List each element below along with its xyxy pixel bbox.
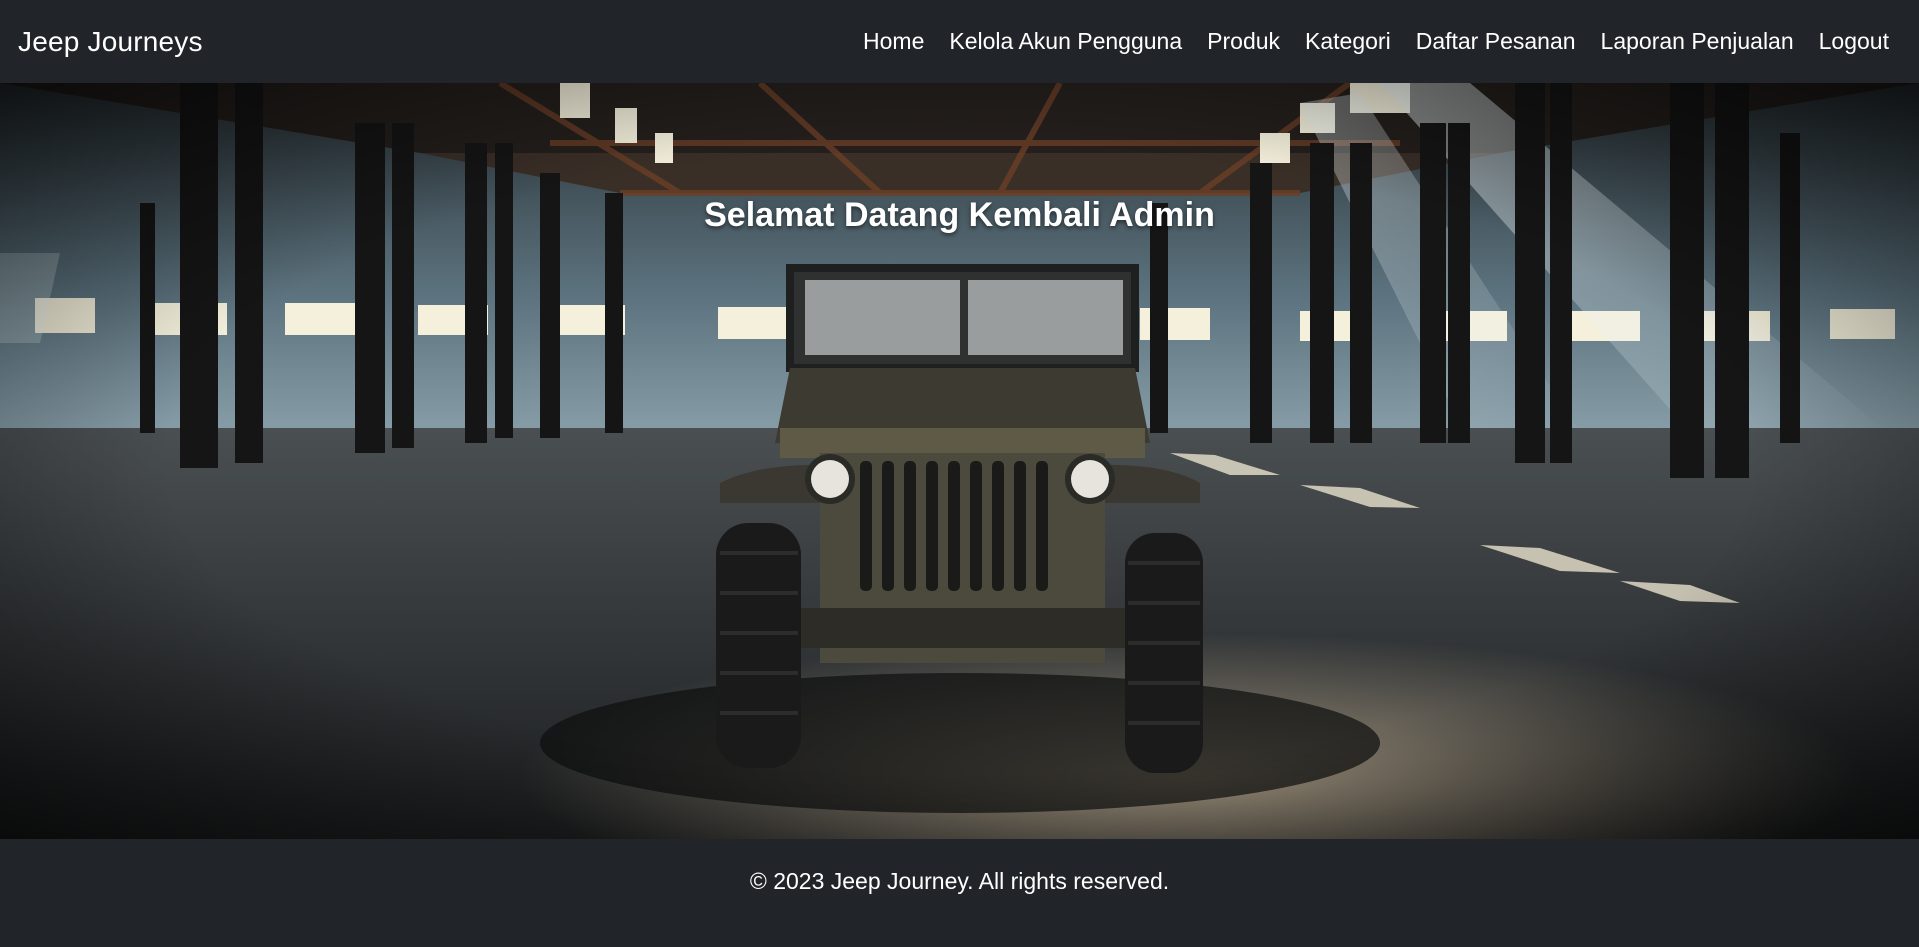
footer: © 2023 Jeep Journey. All rights reserved… [0, 839, 1919, 947]
hero-section: Selamat Datang Kembali Admin [0, 83, 1919, 839]
brand-link[interactable]: Jeep Journeys [18, 26, 203, 58]
nav-logout[interactable]: Logout [1819, 28, 1889, 55]
nav-users[interactable]: Kelola Akun Pengguna [949, 28, 1182, 55]
navbar: Jeep Journeys Home Kelola Akun Pengguna … [0, 0, 1919, 83]
nav-menu: Home Kelola Akun Pengguna Produk Kategor… [863, 28, 1889, 55]
nav-products[interactable]: Produk [1207, 28, 1280, 55]
footer-copyright: © 2023 Jeep Journey. All rights reserved… [749, 867, 1170, 894]
nav-categories[interactable]: Kategori [1305, 28, 1391, 55]
nav-home[interactable]: Home [863, 28, 924, 55]
welcome-heading: Selamat Datang Kembali Admin [704, 195, 1215, 234]
nav-sales-report[interactable]: Laporan Penjualan [1601, 28, 1794, 55]
nav-orders[interactable]: Daftar Pesanan [1416, 28, 1576, 55]
